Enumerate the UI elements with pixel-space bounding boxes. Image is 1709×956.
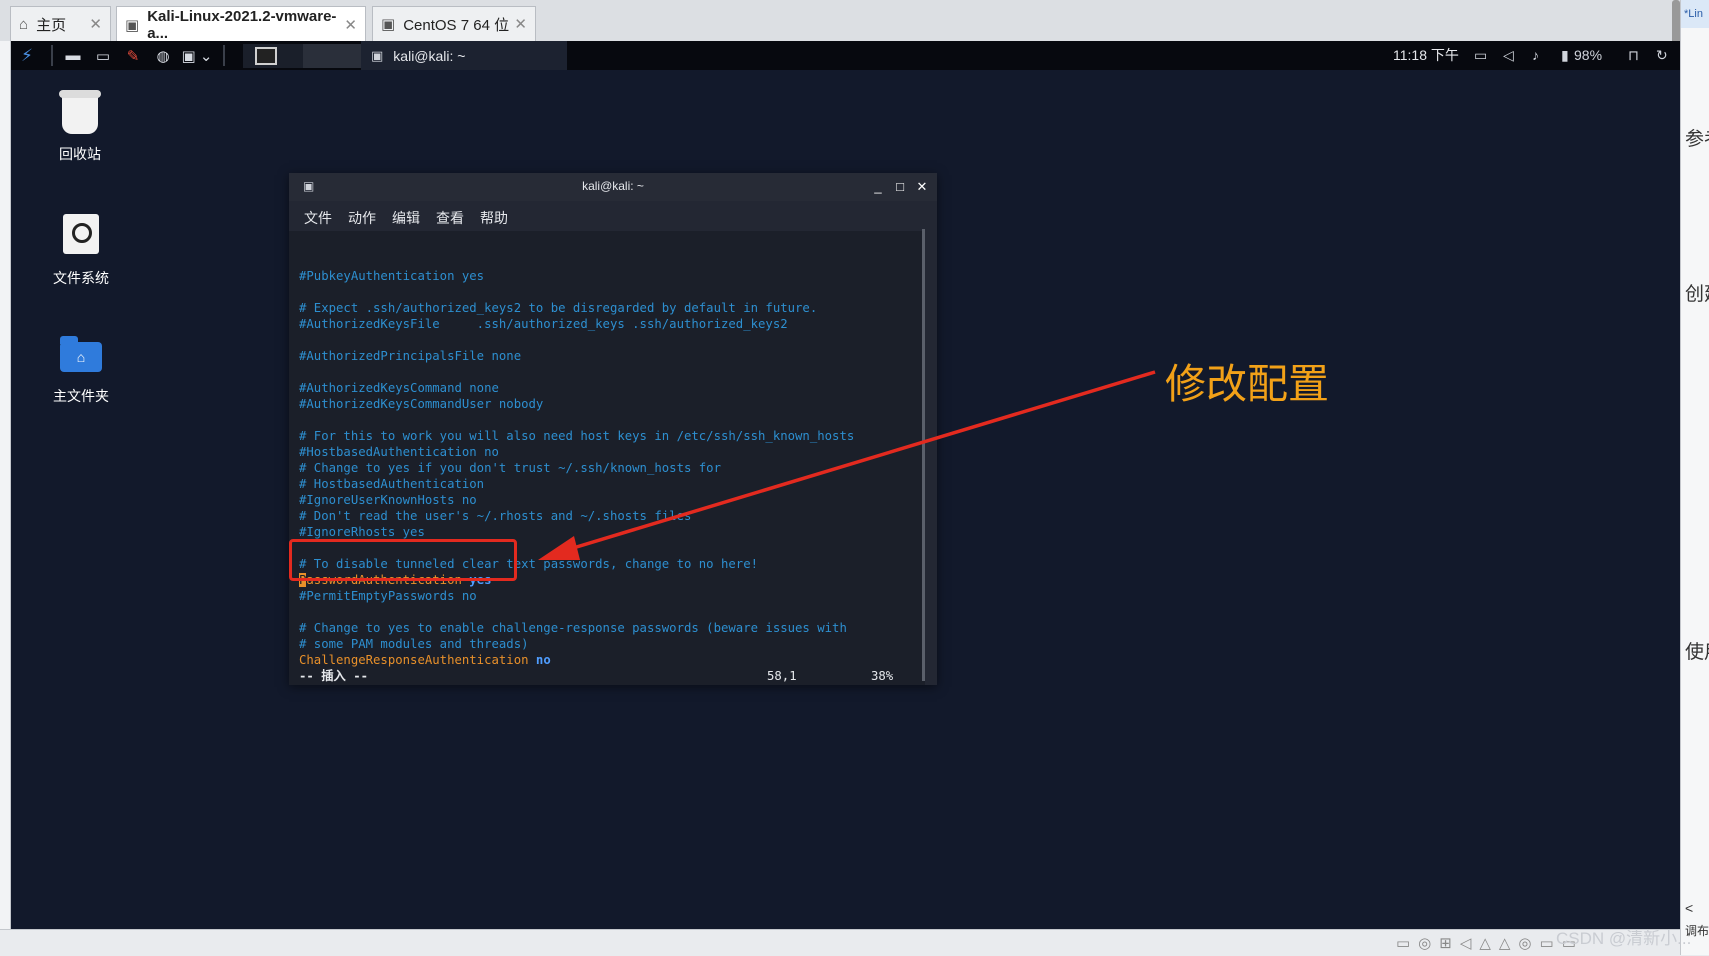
host-statusbar: ▭◎⊞◁△△◎▭▭	[0, 929, 1680, 956]
annotation-label: 修改配置	[1165, 360, 1329, 408]
annotation-arrow	[538, 370, 1156, 560]
watermark: CSDN @清新小...	[1556, 929, 1692, 948]
